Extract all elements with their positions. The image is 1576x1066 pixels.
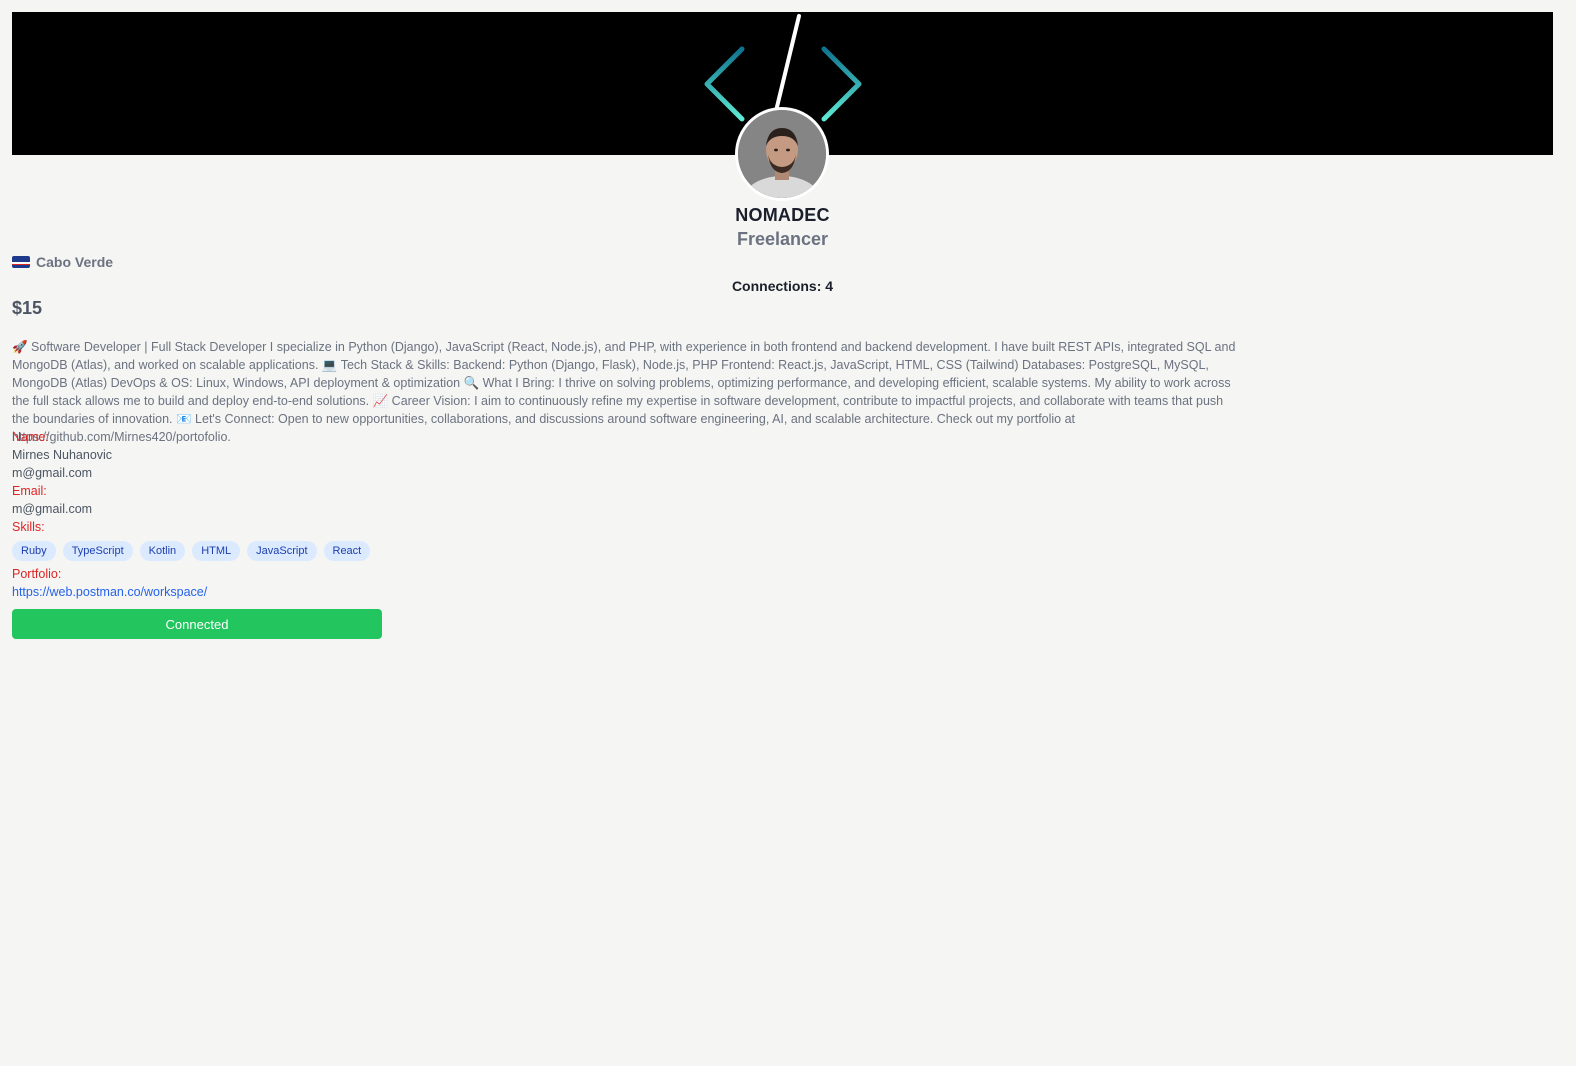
portfolio-label: Portfolio: <box>12 567 62 581</box>
connections-count: Connections: 4 <box>731 278 834 294</box>
user-role: Freelancer <box>736 229 829 249</box>
location-label: Cabo Verde <box>36 254 114 270</box>
skills-label: Skills: <box>12 520 45 534</box>
skills-list: Ruby TypeScript Kotlin HTML JavaScript R… <box>12 541 612 561</box>
email-label: Email: <box>12 484 47 498</box>
slash-icon <box>774 14 801 113</box>
skill-chip: JavaScript <box>247 541 317 561</box>
contact-details: Name: Mirnes Nuhanovic m@gmail.com Email… <box>12 428 612 601</box>
username: NOMADEC <box>735 205 830 225</box>
cabo-verde-flag-icon <box>12 256 30 268</box>
skill-chip: HTML <box>192 541 241 561</box>
name-email-value: m@gmail.com <box>12 466 93 480</box>
profile-page: NOMADEC Freelancer Cabo Verde Connection… <box>0 0 1576 1066</box>
chevron-left-icon <box>704 46 745 122</box>
skill-chip: React <box>323 541 371 561</box>
name-label: Name: <box>12 430 49 444</box>
skill-chip: TypeScript <box>62 541 133 561</box>
skill-chip: Ruby <box>12 541 56 561</box>
avatar <box>735 107 829 201</box>
avatar-photo <box>738 110 826 198</box>
chevron-right-icon <box>821 46 862 122</box>
email-value: m@gmail.com <box>12 502 93 516</box>
skill-chip: Kotlin <box>139 541 186 561</box>
name-value: Mirnes Nuhanovic <box>12 448 113 462</box>
connect-button[interactable]: Connected <box>12 609 382 639</box>
location: Cabo Verde <box>12 254 113 270</box>
hourly-rate: $15 <box>12 298 43 318</box>
portfolio-link[interactable]: https://web.postman.co/workspace/ <box>12 585 207 599</box>
